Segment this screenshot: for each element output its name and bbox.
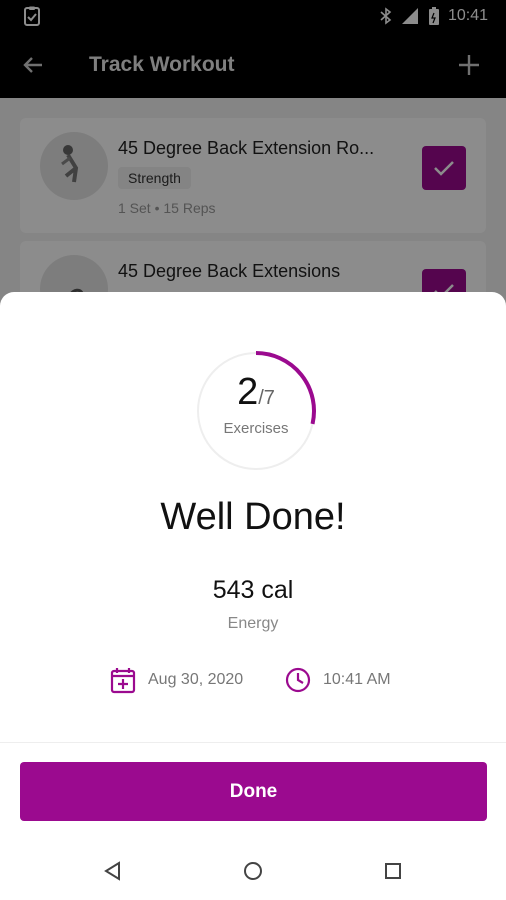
well-done-heading: Well Done! bbox=[160, 496, 346, 538]
date-display: Aug 30, 2020 bbox=[110, 666, 243, 694]
system-nav-bar bbox=[0, 844, 506, 900]
nav-recents-icon[interactable] bbox=[380, 858, 406, 884]
workout-time: 10:41 AM bbox=[323, 671, 391, 688]
workout-complete-sheet: 2/7 Exercises Well Done! 543 cal Energy … bbox=[0, 292, 506, 900]
exercises-label: Exercises bbox=[223, 420, 289, 437]
calendar-add-icon bbox=[110, 668, 136, 694]
clock-icon bbox=[285, 667, 311, 693]
done-button[interactable]: Done bbox=[20, 762, 487, 821]
energy-label: Energy bbox=[227, 615, 279, 632]
exercise-counter: 2/7 Exercises bbox=[195, 372, 317, 437]
energy-value: 543 cal bbox=[212, 576, 294, 604]
nav-home-icon[interactable] bbox=[240, 858, 266, 884]
time-display: 10:41 AM bbox=[285, 666, 391, 694]
workout-date: Aug 30, 2020 bbox=[148, 671, 244, 688]
nav-back-icon[interactable] bbox=[100, 858, 126, 884]
exercises-total: /7 bbox=[258, 387, 275, 409]
divider bbox=[0, 742, 506, 743]
exercises-completed: 2 bbox=[237, 371, 259, 413]
